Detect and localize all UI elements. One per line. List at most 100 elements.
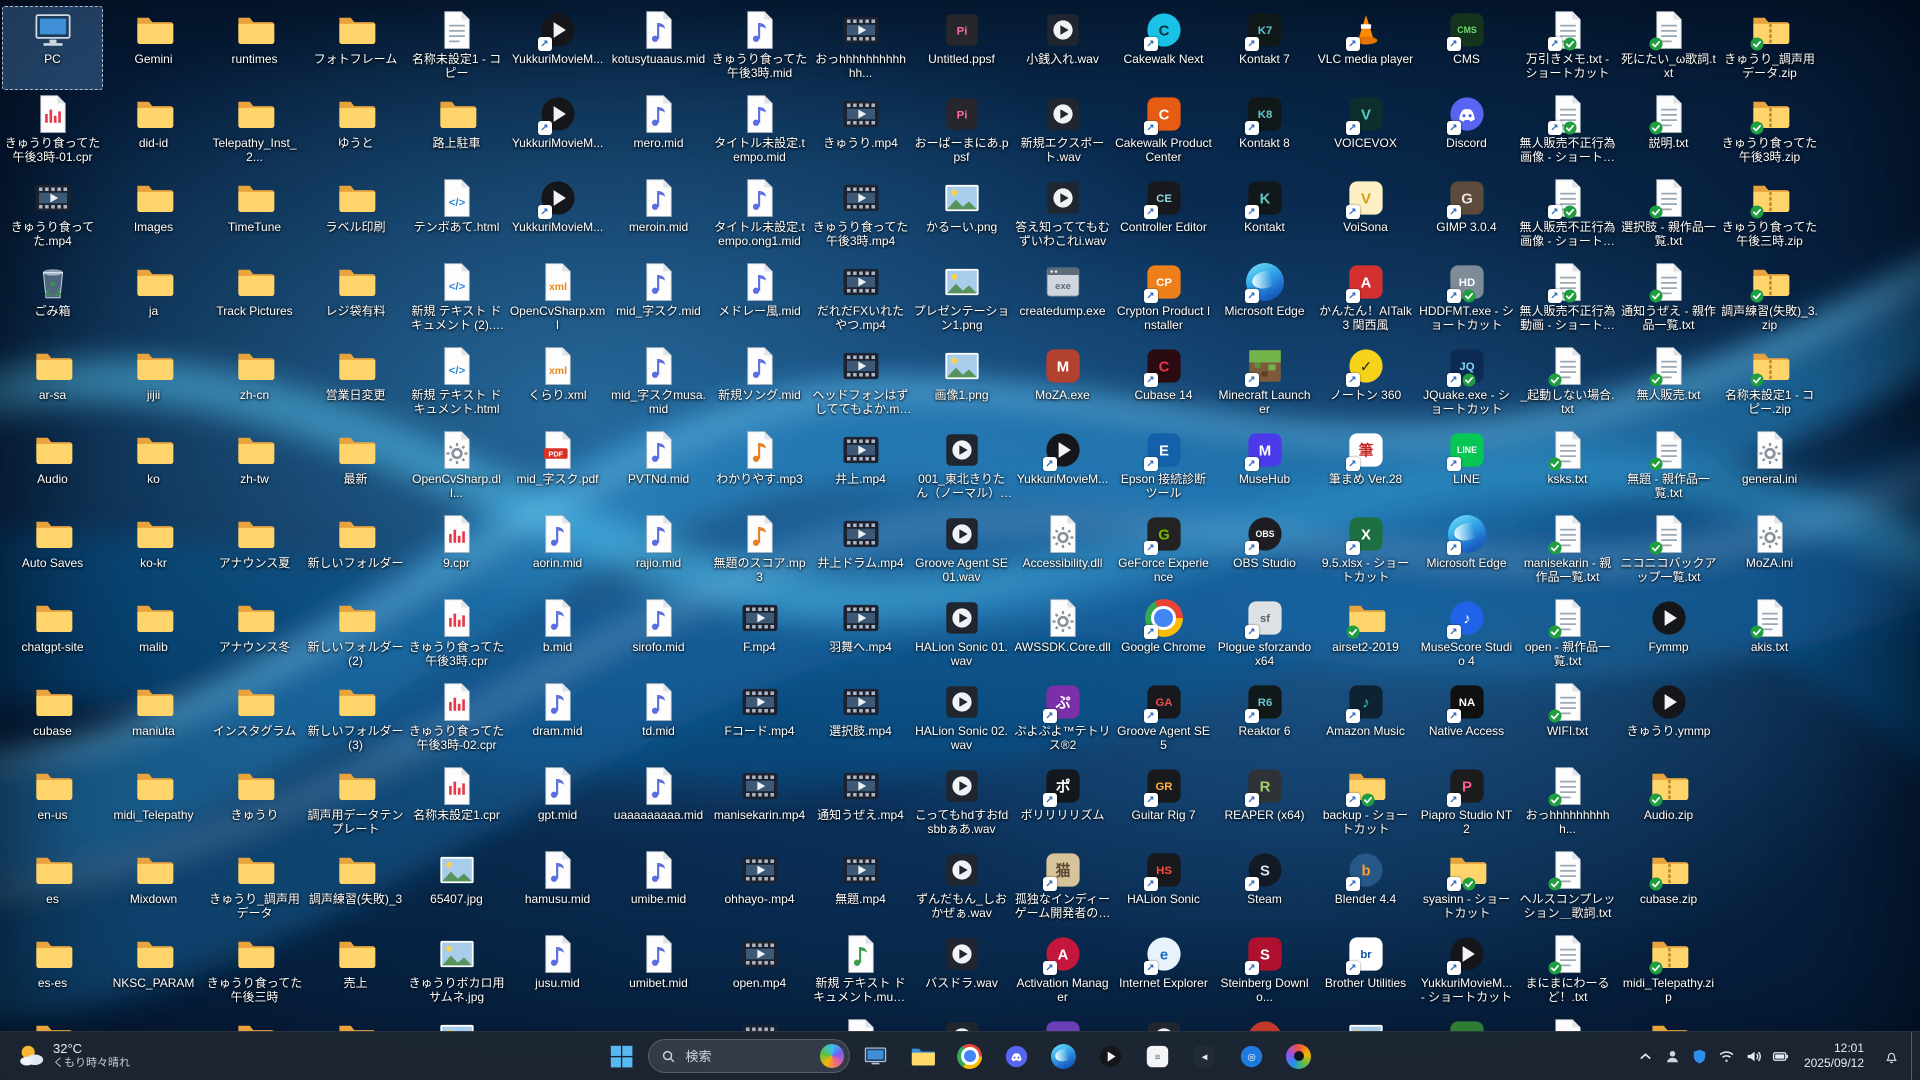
desktop-icon[interactable]: sirofo.mid	[608, 594, 709, 678]
desktop-icon[interactable]: きゅうり食ってた午後3時.mp4	[810, 174, 911, 258]
desktop-icon[interactable]	[1113, 1014, 1214, 1032]
desktop-icon[interactable]: zh-cn	[204, 342, 305, 426]
desktop-icon[interactable]: mid_字スク.mid	[608, 258, 709, 342]
taskbar-media-player-icon[interactable]	[1090, 1035, 1132, 1077]
desktop-icon[interactable]: 売上	[305, 930, 406, 1014]
desktop-icon[interactable]: ♪ ↗ MuseScore Studio 4	[1416, 594, 1517, 678]
desktop-icon[interactable]: 羽舞へ.mp4	[810, 594, 911, 678]
desktop-icon[interactable]: メドレー風.mid	[709, 258, 810, 342]
desktop-icon[interactable]: ↗ YukkuriMovieM...	[1012, 426, 1113, 510]
desktop-icon[interactable]: 名称未設定1 - コピー	[406, 6, 507, 90]
desktop-icon[interactable]: 猫↗孤独なインディーゲーム開発者の一生...	[1012, 846, 1113, 930]
desktop-icon[interactable]: G ↗ GIMP 3.0.4	[1416, 174, 1517, 258]
desktop-icon[interactable]: ニコニコバックアップ一覧.txt	[1618, 510, 1719, 594]
desktop-icon[interactable]: 答え知っててもむずいわこれi.wav	[1012, 174, 1113, 258]
desktop-icon[interactable]: PVTNd.mid	[608, 426, 709, 510]
taskbar-arrow-app-icon[interactable]: ◄	[1184, 1035, 1226, 1077]
desktop-icon[interactable]: Gemini	[103, 6, 204, 90]
desktop-icon[interactable]: NA ↗ Native Access	[1416, 678, 1517, 762]
desktop-icon[interactable]: dram.mid	[507, 678, 608, 762]
desktop-icon[interactable]	[911, 1014, 1012, 1032]
desktop-icon[interactable]: E ↗ Epson 接続診断ツール	[1113, 426, 1214, 510]
desktop-icon[interactable]: es	[2, 846, 103, 930]
desktop-icon[interactable]: Mixdown	[103, 846, 204, 930]
desktop-icon[interactable]: V ↗ VOICEVOX	[1315, 90, 1416, 174]
desktop-icon[interactable]: 無題のスコア.mp3	[709, 510, 810, 594]
desktop-icon[interactable]: hamusu.mid	[507, 846, 608, 930]
desktop-icon[interactable]: kotusytuaaus.mid	[608, 6, 709, 90]
desktop-icon[interactable]: 通知うぜえ - 親作品一覧.txt	[1618, 258, 1719, 342]
desktop-icon[interactable]	[1012, 1014, 1113, 1032]
desktop-icon[interactable]: ↗ backup - ショートカット	[1315, 762, 1416, 846]
desktop-icon[interactable]: 死にたい_ω歌詞.txt	[1618, 6, 1719, 90]
desktop-icon[interactable]: chatgpt-site	[2, 594, 103, 678]
notification-bell-icon[interactable]	[1874, 1036, 1909, 1076]
desktop-icon[interactable]: きゅうり食ってた午後三時	[204, 930, 305, 1014]
desktop-icon[interactable]: 通知うぜえ.mp4	[810, 762, 911, 846]
desktop-icon[interactable]: アナウンス冬	[204, 594, 305, 678]
desktop-icon[interactable]: タイトル未設定.tempo.mid	[709, 90, 810, 174]
desktop-icon[interactable]: maniuta	[103, 678, 204, 762]
desktop-icon[interactable]: manisekarin - 親作品一覧.txt	[1517, 510, 1618, 594]
desktop[interactable]: PC きゅうり食ってた午後3時-01.cpr きゅうり食ってた.mp4 ごみ箱 ar-s…	[0, 0, 1920, 1032]
desktop-icon[interactable]: おっhhhhhhhhhh...	[1517, 762, 1618, 846]
desktop-icon[interactable]: Audio	[2, 426, 103, 510]
desktop-icon[interactable]: ↗ 万引きメモ.txt - ショートカット	[1517, 6, 1618, 90]
desktop-icon[interactable]: きゅうり.ymmp	[1618, 678, 1719, 762]
taskbar-chrome-icon[interactable]	[949, 1035, 991, 1077]
desktop-icon[interactable]: OpenCvSharp.dll...	[406, 426, 507, 510]
desktop-icon[interactable]: G ↗ GeForce Experience	[1113, 510, 1214, 594]
desktop-icon[interactable]: 新しいフォルダー	[305, 510, 406, 594]
desktop-icon[interactable]: 説明.txt	[1618, 90, 1719, 174]
desktop-icon[interactable]: X ↗ 9.5.xlsx - ショートカット	[1315, 510, 1416, 594]
desktop-icon[interactable]: 調声用データテンプレート	[305, 762, 406, 846]
desktop-icon[interactable]: mero.mid	[608, 90, 709, 174]
volume-icon[interactable]	[1740, 1036, 1767, 1076]
desktop-icon[interactable]: umibe.mid	[608, 846, 709, 930]
desktop-icon[interactable]: open.mp4	[709, 930, 810, 1014]
desktop-icon[interactable]: b ↗ Blender 4.4	[1315, 846, 1416, 930]
desktop-icon[interactable]: ar-sa	[2, 342, 103, 426]
desktop-icon[interactable]: ↗ 無人販売不正行為動画 - ショートカット	[1517, 258, 1618, 342]
desktop-icon[interactable]: gpt.mid	[507, 762, 608, 846]
desktop-icon[interactable]: sf ↗ Plogue sforzando x64	[1214, 594, 1315, 678]
desktop-icon[interactable]: br ↗ Brother Utilities	[1315, 930, 1416, 1014]
desktop-icon[interactable]: ja	[103, 258, 204, 342]
desktop-icon[interactable]: midi_Telepathy.zip	[1618, 930, 1719, 1014]
desktop-icon[interactable]: きゅうり食ってた午後3時.cpr	[406, 594, 507, 678]
desktop-icon[interactable]: A ↗ Activation Manager	[1012, 930, 1113, 1014]
desktop-icon[interactable]: 無人販売.txt	[1618, 342, 1719, 426]
desktop-icon[interactable]	[406, 1014, 507, 1032]
desktop-icon[interactable]	[709, 1014, 810, 1032]
desktop-icon[interactable]: 65407.jpg	[406, 846, 507, 930]
desktop-icon[interactable]: exe createdump.exe	[1012, 258, 1113, 342]
desktop-icon[interactable]: manisekarin.mp4	[709, 762, 810, 846]
desktop-icon[interactable]: Fymmp	[1618, 594, 1719, 678]
desktop-icon[interactable]: jijii	[103, 342, 204, 426]
desktop-icon[interactable]: MoZA.ini	[1719, 510, 1820, 594]
desktop-icon[interactable]: ohhayo-.mp4	[709, 846, 810, 930]
desktop-icon[interactable]: きゅうり食ってた午後3時-01.cpr	[2, 90, 103, 174]
desktop-icon[interactable]: きゅうり食ってた午後3時.mid	[709, 6, 810, 90]
desktop-icon[interactable]: バスドラ.wav	[911, 930, 1012, 1014]
desktop-icon[interactable]: P ↗ Piapro Studio NT2	[1416, 762, 1517, 846]
desktop-icon[interactable]: A ↗ かんたん！AITalk 3 関西風	[1315, 258, 1416, 342]
desktop-icon[interactable]: まにまにわーるど！.txt	[1517, 930, 1618, 1014]
desktop-icon[interactable]: 名称未設定1.cpr	[406, 762, 507, 846]
desktop-icon[interactable]: ラベル印刷	[305, 174, 406, 258]
search-box[interactable]	[647, 1039, 850, 1073]
desktop-icon[interactable]: ↗ YukkuriMovieM...	[507, 174, 608, 258]
desktop-icon[interactable]: きゅうり.mp4	[810, 90, 911, 174]
desktop-icon[interactable]: GR ↗ Guitar Rig 7	[1113, 762, 1214, 846]
start-button[interactable]	[601, 1035, 643, 1077]
desktop-icon[interactable]: uaaaaaaaaa.mid	[608, 762, 709, 846]
desktop-icon[interactable]: e ↗ Internet Explorer	[1113, 930, 1214, 1014]
desktop-icon[interactable]: だれだFXいれたやつ.mp4	[810, 258, 911, 342]
weather-widget[interactable]: 32°C くもり時々晴れ	[6, 1032, 140, 1080]
desktop-icon[interactable]: きゅうり_調声用データ.zip	[1719, 6, 1820, 90]
desktop-icon[interactable]: aorin.mid	[507, 510, 608, 594]
desktop-icon[interactable]: Track Pictures	[204, 258, 305, 342]
taskbar-blue-app-icon[interactable]: ◎	[1231, 1035, 1273, 1077]
desktop-icon[interactable]	[810, 1014, 911, 1032]
desktop-icon[interactable]: _起動しない場合.txt	[1517, 342, 1618, 426]
